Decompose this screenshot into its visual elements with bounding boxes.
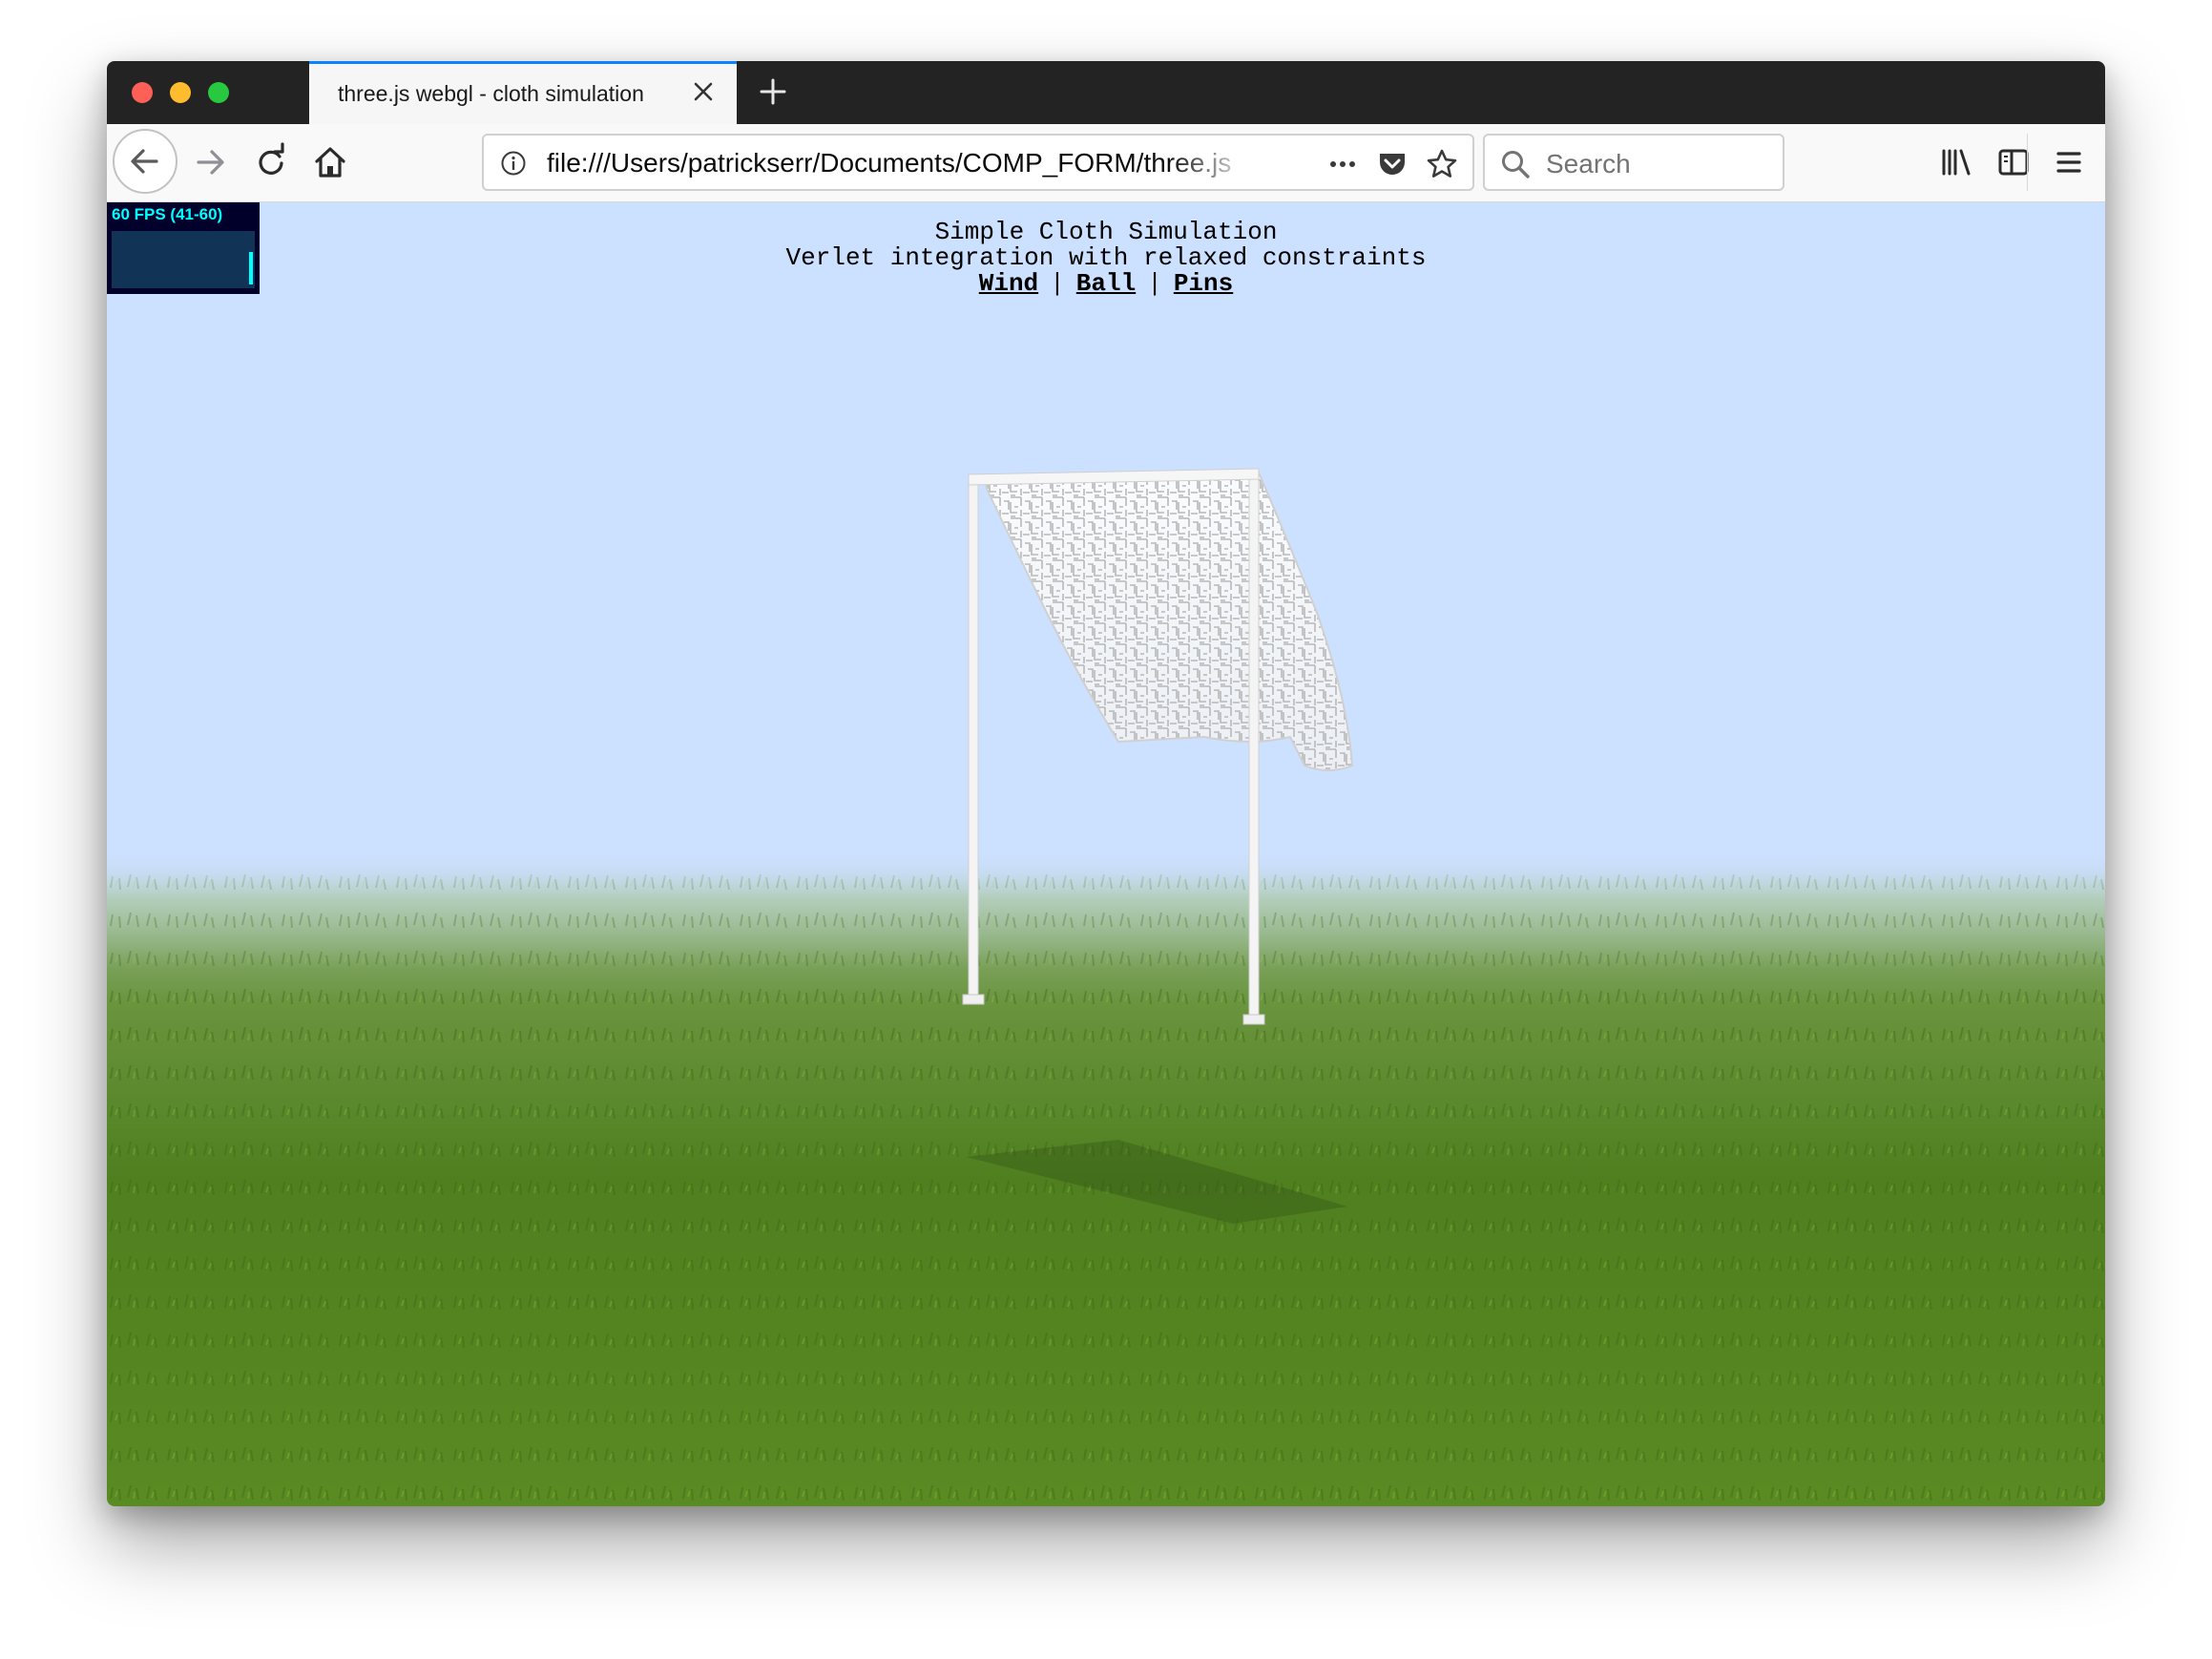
sidebar-icon[interactable]	[1983, 132, 2044, 193]
navigation-toolbar: file:///Users/patrickserr/Documents/COMP…	[107, 124, 2105, 202]
home-icon[interactable]	[300, 132, 361, 193]
hamburger-menu-icon[interactable]	[2038, 132, 2099, 193]
close-icon[interactable]	[689, 77, 718, 106]
url-text[interactable]: file:///Users/patrickserr/Documents/COMP…	[547, 148, 1253, 178]
page-title: Simple Cloth Simulation	[934, 218, 1278, 246]
tab-strip: three.js webgl - cloth simulation	[107, 61, 2105, 124]
tab-title: three.js webgl - cloth simulation	[338, 81, 644, 106]
link-separator: |	[1050, 269, 1065, 298]
webgl-canvas[interactable]	[107, 202, 2105, 1506]
page-content: Simple Cloth Simulation Verlet integrati…	[107, 202, 2105, 1506]
search-bar[interactable]: Search	[1483, 134, 1784, 191]
pins-link[interactable]: Pins	[1174, 269, 1233, 298]
info-panel: Simple Cloth Simulation Verlet integrati…	[107, 220, 2105, 297]
window-close-button[interactable]	[132, 82, 153, 103]
window-minimize-button[interactable]	[170, 82, 191, 103]
info-icon[interactable]	[499, 149, 528, 178]
page-subtitle: Verlet integration with relaxed constrai…	[785, 243, 1427, 272]
plus-icon[interactable]	[754, 73, 792, 111]
pocket-icon[interactable]	[1375, 147, 1409, 181]
tab-cloth-simulation[interactable]: three.js webgl - cloth simulation	[309, 61, 737, 124]
library-icon[interactable]	[1926, 132, 1987, 193]
url-bar[interactable]: file:///Users/patrickserr/Documents/COMP…	[482, 134, 1474, 191]
fps-readout: 60 FPS (41-60)	[112, 205, 223, 223]
ball-link[interactable]: Ball	[1076, 269, 1136, 298]
control-links: Wind | Ball | Pins	[107, 271, 2105, 297]
arrow-right-icon[interactable]	[179, 132, 240, 193]
wind-link[interactable]: Wind	[979, 269, 1038, 298]
window-maximize-button[interactable]	[208, 82, 229, 103]
star-icon[interactable]	[1425, 147, 1459, 181]
search-icon	[1498, 147, 1533, 181]
more-horizontal-icon[interactable]	[1325, 147, 1360, 181]
fps-bar	[249, 252, 253, 284]
link-separator: |	[1147, 269, 1162, 298]
browser-window: three.js webgl - cloth simulation file:/…	[107, 61, 2105, 1506]
toolbar-separator	[2027, 134, 2028, 191]
arrow-left-icon[interactable]	[113, 129, 177, 194]
search-input[interactable]: Search	[1546, 149, 1631, 179]
fps-stats-panel[interactable]: 60 FPS (41-60)	[107, 202, 260, 294]
fps-graph	[112, 231, 255, 288]
reload-icon[interactable]	[240, 132, 302, 193]
